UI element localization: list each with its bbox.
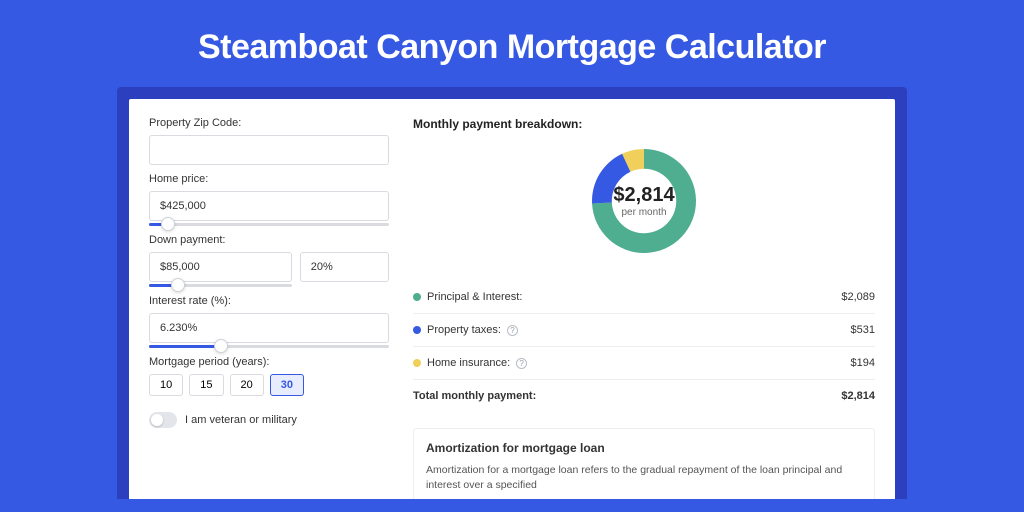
legend-value: $194	[851, 357, 875, 369]
period-button-20[interactable]: 20	[230, 374, 264, 396]
help-icon[interactable]: ?	[516, 358, 527, 369]
page-title: Steamboat Canyon Mortgage Calculator	[0, 0, 1024, 87]
mortgage-period-group: 10 15 20 30	[149, 374, 389, 396]
interest-rate-slider-thumb[interactable]	[214, 339, 228, 353]
legend-label: Property taxes:	[427, 324, 501, 336]
period-button-10[interactable]: 10	[149, 374, 183, 396]
amortization-title: Amortization for mortgage loan	[426, 441, 862, 455]
zip-label: Property Zip Code:	[149, 117, 389, 129]
donut-center-value: $2,814	[613, 184, 674, 207]
total-value: $2,814	[841, 390, 875, 402]
legend-row: Property taxes:? $531	[413, 313, 875, 346]
legend-dot	[413, 359, 421, 367]
help-icon[interactable]: ?	[507, 325, 518, 336]
veteran-toggle[interactable]	[149, 412, 177, 428]
donut-center-label: per month	[613, 207, 674, 218]
home-price-label: Home price:	[149, 173, 389, 185]
donut-center: $2,814 per month	[613, 184, 674, 218]
legend-value: $2,089	[841, 291, 875, 303]
mortgage-period-label: Mortgage period (years):	[149, 356, 389, 368]
interest-rate-slider-fill	[149, 345, 221, 348]
period-button-15[interactable]: 15	[189, 374, 223, 396]
legend-row: Home insurance:? $194	[413, 346, 875, 379]
interest-rate-input[interactable]	[149, 313, 389, 343]
veteran-label: I am veteran or military	[185, 414, 297, 426]
down-payment-label: Down payment:	[149, 234, 389, 246]
form-panel: Property Zip Code: Home price: Down paym…	[149, 117, 389, 499]
donut-chart: $2,814 per month	[413, 141, 875, 261]
total-label: Total monthly payment:	[413, 390, 536, 402]
home-price-slider[interactable]	[149, 223, 389, 226]
interest-rate-slider[interactable]	[149, 345, 389, 348]
legend-label: Home insurance:	[427, 357, 510, 369]
legend-label: Principal & Interest:	[427, 291, 522, 303]
legend-dot	[413, 326, 421, 334]
down-payment-slider[interactable]	[149, 284, 292, 287]
home-price-input[interactable]	[149, 191, 389, 221]
total-row: Total monthly payment: $2,814	[413, 379, 875, 412]
period-button-30[interactable]: 30	[270, 374, 304, 396]
calculator-card-outer: Property Zip Code: Home price: Down paym…	[117, 87, 907, 499]
zip-input[interactable]	[149, 135, 389, 165]
calculator-card: Property Zip Code: Home price: Down paym…	[129, 99, 895, 499]
amortization-box: Amortization for mortgage loan Amortizat…	[413, 428, 875, 499]
amortization-text: Amortization for a mortgage loan refers …	[426, 463, 862, 492]
breakdown-panel: Monthly payment breakdown: $2,814 per mo…	[389, 117, 875, 499]
interest-rate-label: Interest rate (%):	[149, 295, 389, 307]
legend-dot	[413, 293, 421, 301]
legend-value: $531	[851, 324, 875, 336]
breakdown-title: Monthly payment breakdown:	[413, 117, 875, 131]
home-price-slider-thumb[interactable]	[161, 217, 175, 231]
legend-row: Principal & Interest: $2,089	[413, 281, 875, 313]
down-payment-slider-thumb[interactable]	[171, 278, 185, 292]
down-payment-input[interactable]	[149, 252, 292, 282]
breakdown-legend: Principal & Interest: $2,089 Property taxe…	[413, 281, 875, 379]
down-payment-pct-input[interactable]	[300, 252, 389, 282]
